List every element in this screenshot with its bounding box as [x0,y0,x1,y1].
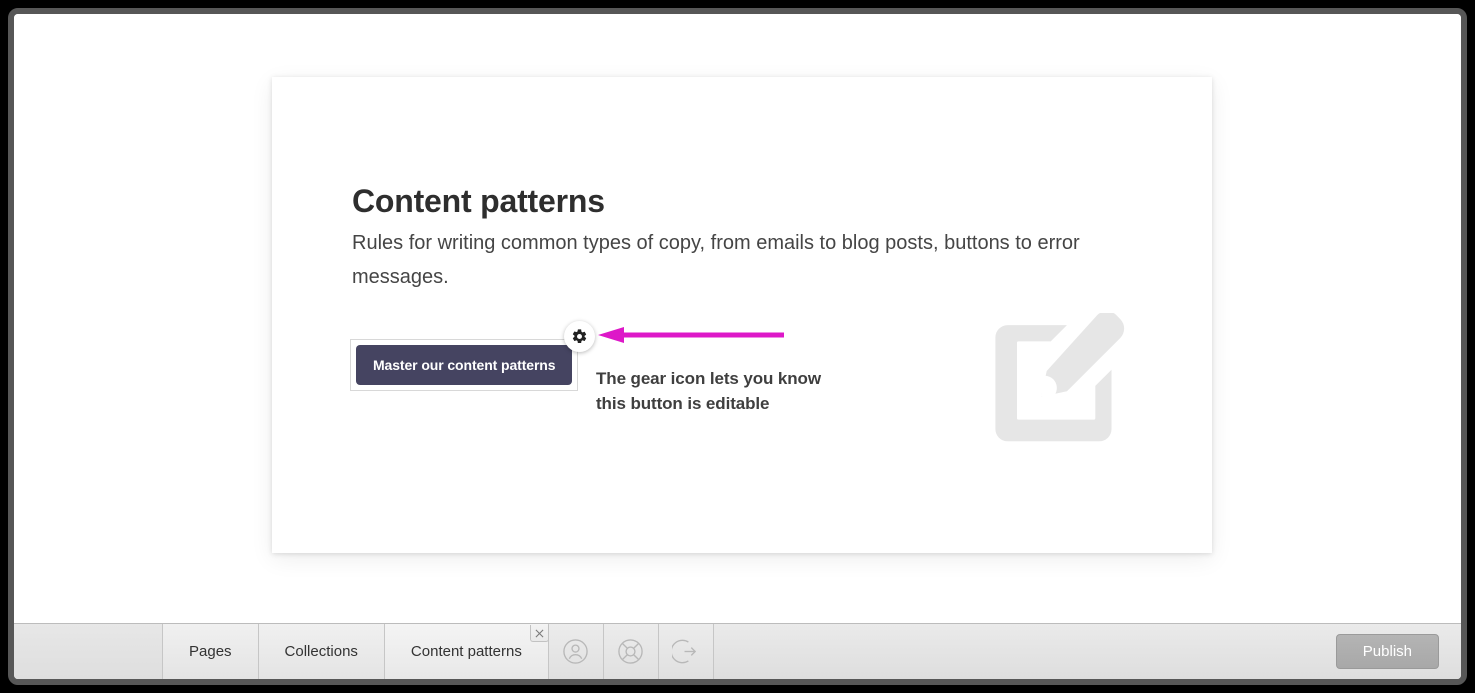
app-window-frame: Content patterns Rules for writing commo… [8,8,1467,685]
sign-out-icon[interactable] [658,624,714,679]
tab-label: Pages [189,643,232,660]
tab-content-patterns[interactable]: Content patterns [384,624,549,679]
help-lifebuoy-icon[interactable] [603,624,659,679]
gear-icon[interactable] [564,321,596,352]
publish-area: Publish [1335,624,1461,679]
card-text-block: Content patterns Rules for writing commo… [352,182,1142,294]
button-selection-outline: Master our content patterns [350,321,596,391]
page-title: Content patterns [352,183,605,219]
publish-button[interactable]: Publish [1335,634,1439,669]
toolbar-fill [713,624,1336,679]
toolbar-left-spacer [14,624,163,679]
editable-button-block: Master our content patterns [350,321,596,391]
annotation-text: The gear icon lets you know this button … [596,369,821,413]
account-icon[interactable] [548,624,604,679]
tab-label: Collections [284,643,358,660]
close-icon[interactable] [529,625,549,642]
edit-pencil-square-icon [990,311,1125,453]
tab-collections[interactable]: Collections [258,624,385,679]
tab-pages[interactable]: Pages [163,624,259,679]
editor-canvas: Content patterns Rules for writing commo… [14,14,1461,624]
bottom-toolbar: Pages Collections Content patterns Publi… [14,623,1461,679]
annotation-callout: The gear icon lets you know this button … [596,327,826,416]
tab-label: Content patterns [410,643,522,660]
annotation-arrow-icon [598,327,784,343]
master-content-patterns-button[interactable]: Master our content patterns [356,345,573,385]
content-card: Content patterns Rules for writing commo… [272,77,1212,553]
page-description: Rules for writing common types of copy, … [352,232,1080,289]
